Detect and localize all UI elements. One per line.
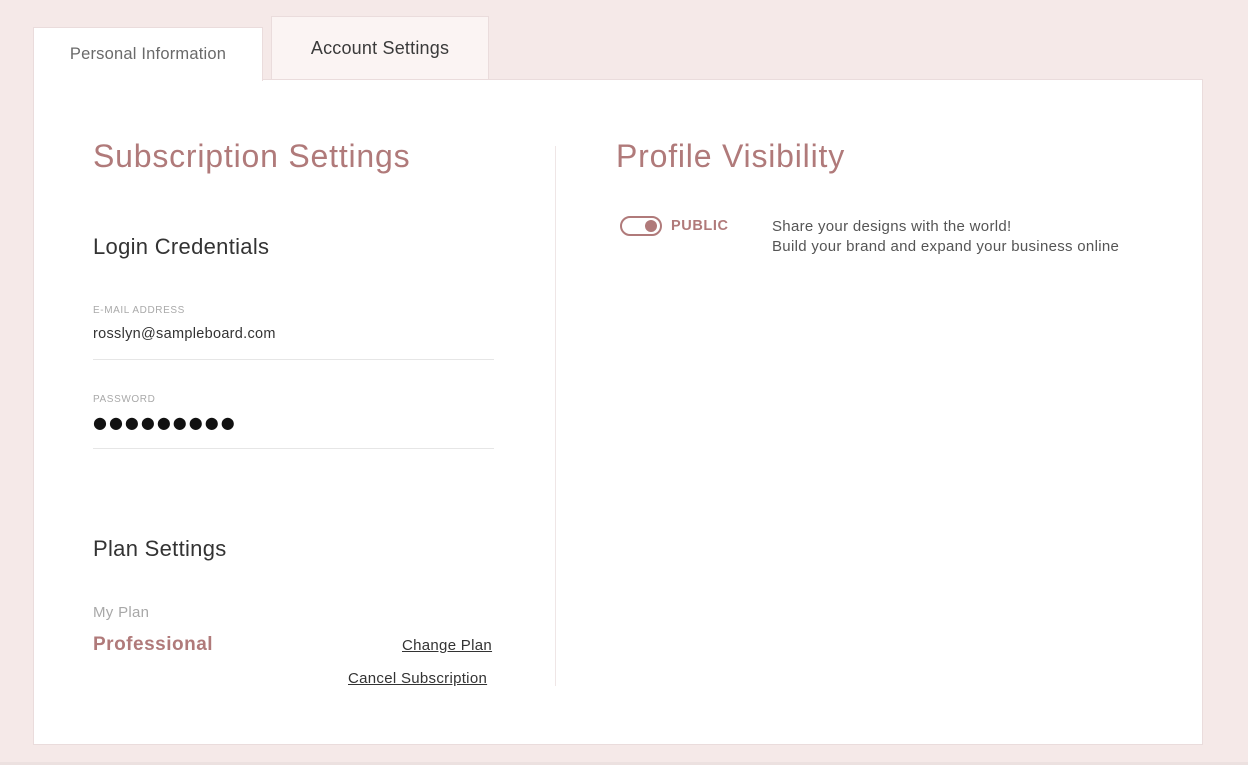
change-plan-link[interactable]: Change Plan: [402, 637, 492, 654]
subscription-settings-title: Subscription Settings: [93, 138, 411, 174]
toggle-knob: [645, 220, 657, 232]
visibility-description-line-1: Share your designs with the world!: [772, 218, 1012, 235]
tab-personal-information[interactable]: Personal Information: [33, 27, 263, 81]
my-plan-label: My Plan: [93, 604, 150, 621]
profile-visibility-title: Profile Visibility: [616, 138, 845, 174]
column-divider: [555, 146, 556, 686]
plan-settings-title: Plan Settings: [93, 536, 227, 561]
plan-name: Professional: [93, 634, 214, 655]
visibility-toggle[interactable]: [620, 216, 662, 236]
email-field[interactable]: [93, 323, 493, 345]
visibility-toggle-label: PUBLIC: [671, 218, 729, 234]
password-label: PASSWORD: [93, 394, 156, 405]
visibility-description-line-2: Build your brand and expand your busines…: [772, 238, 1120, 255]
email-label: E-MAIL ADDRESS: [93, 305, 185, 316]
email-underline: [93, 359, 494, 360]
tab-account-settings-label: Account Settings: [310, 38, 450, 58]
login-credentials-title: Login Credentials: [93, 234, 270, 259]
visibility-description: Share your designs with the world! Build…: [772, 217, 1119, 257]
settings-panel: Subscription Settings Login Credentials …: [33, 79, 1203, 745]
password-underline: [93, 448, 494, 449]
tab-account-settings[interactable]: Account Settings: [271, 16, 489, 80]
password-field[interactable]: ●●●●●●●●●: [93, 413, 237, 432]
cancel-subscription-link[interactable]: Cancel Subscription: [348, 670, 487, 687]
tab-personal-information-label: Personal Information: [69, 45, 227, 63]
